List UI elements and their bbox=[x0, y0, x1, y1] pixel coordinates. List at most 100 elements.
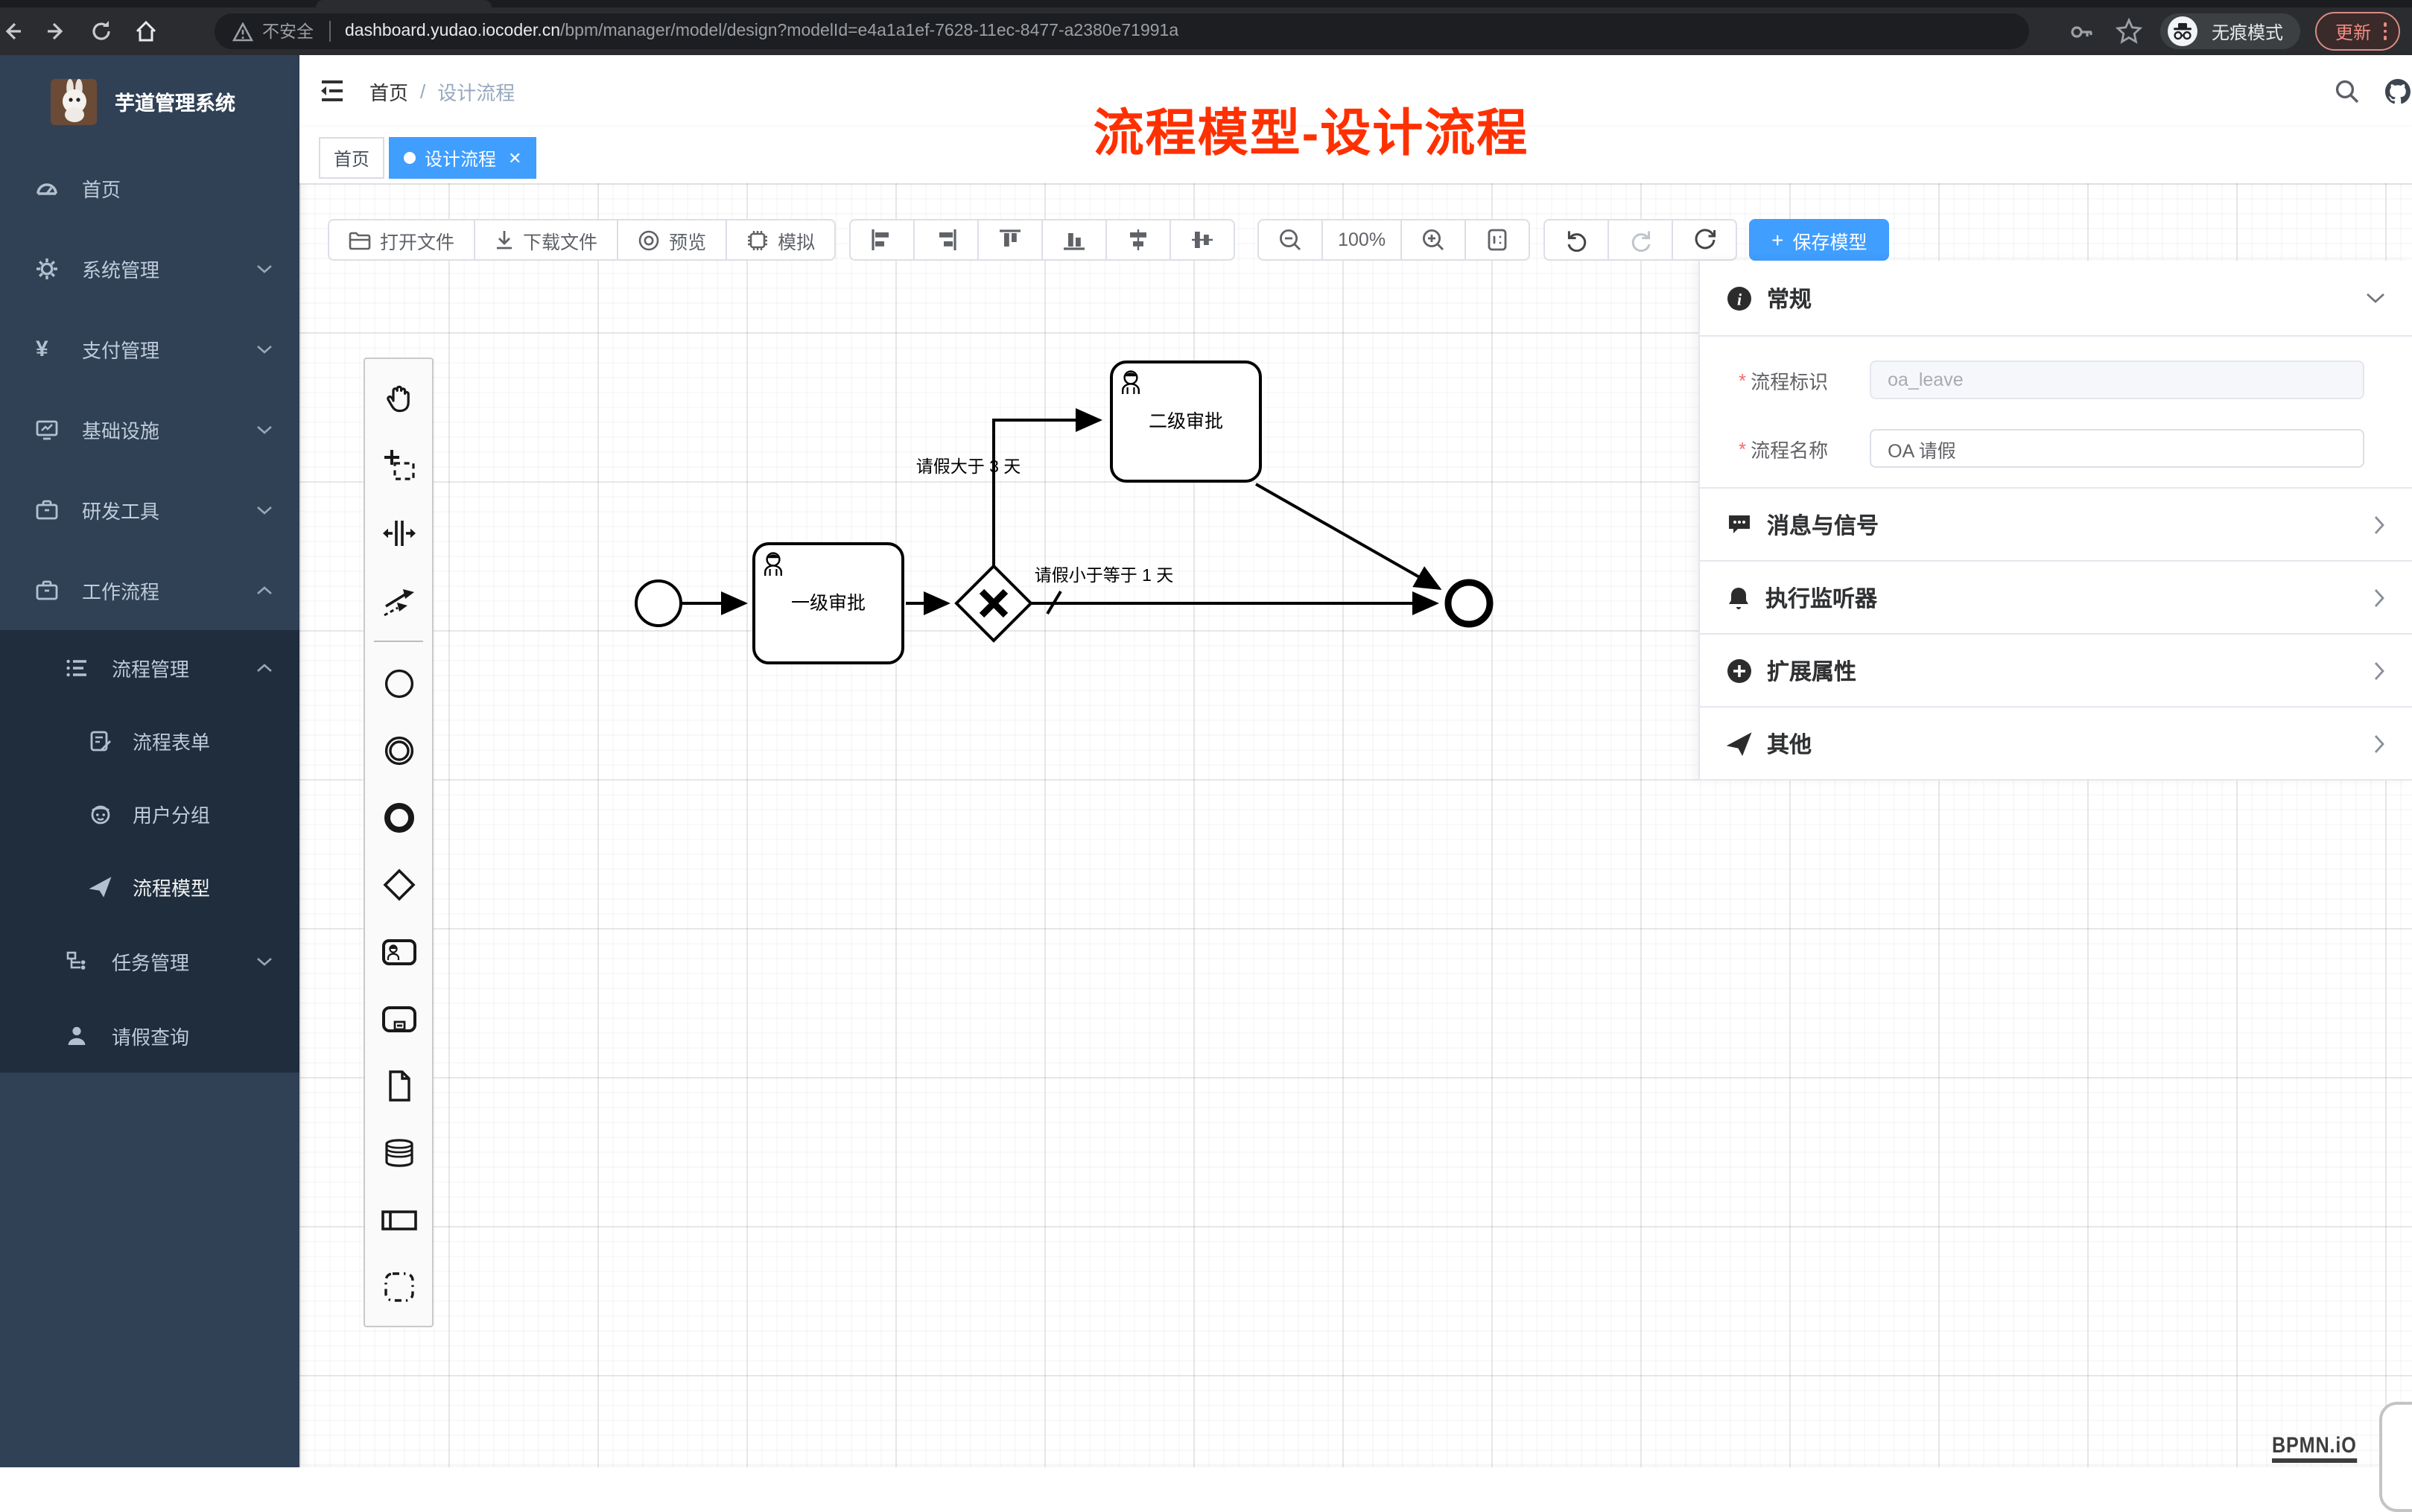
align-bottom-icon[interactable] bbox=[1041, 220, 1105, 259]
create-intermediate-event[interactable] bbox=[365, 717, 432, 784]
align-top-icon[interactable] bbox=[977, 220, 1041, 259]
create-gateway[interactable] bbox=[365, 851, 432, 918]
close-icon[interactable]: ✕ bbox=[508, 148, 521, 168]
align-center-v-icon[interactable] bbox=[1169, 220, 1234, 259]
create-start-event[interactable] bbox=[365, 649, 432, 717]
section-message-signal[interactable]: 消息与信号 bbox=[1700, 489, 2412, 562]
breadcrumb: 首页 / 设计流程 bbox=[369, 55, 515, 127]
sidebar-item-user-group[interactable]: 用户分组 bbox=[0, 778, 299, 851]
fit-viewport-icon[interactable] bbox=[1464, 220, 1529, 259]
github-icon[interactable] bbox=[2384, 55, 2412, 127]
sidebar-item-process-form[interactable]: 流程表单 bbox=[0, 705, 299, 778]
open-file-button[interactable]: 打开文件 bbox=[329, 220, 474, 259]
url-bar[interactable]: 不安全 dashboard.yudao.iocoder.cn/bpm/manag… bbox=[215, 13, 2029, 49]
create-data-object[interactable] bbox=[365, 1052, 432, 1119]
info-icon: i bbox=[1727, 285, 1752, 311]
chevron-right-icon bbox=[2373, 661, 2385, 680]
chevron-down-icon bbox=[256, 343, 273, 354]
zoom-out-icon[interactable] bbox=[1259, 220, 1321, 259]
home-icon[interactable] bbox=[134, 19, 179, 43]
section-extended-attributes[interactable]: 扩展属性 bbox=[1700, 635, 2412, 708]
space-tool[interactable] bbox=[365, 499, 432, 566]
end-event-node[interactable] bbox=[1448, 582, 1490, 624]
space-icon bbox=[379, 513, 418, 552]
start-event-node[interactable] bbox=[636, 581, 681, 626]
url-domain: dashboard.yudao.iocoder.cn bbox=[345, 22, 560, 40]
lasso-tool[interactable] bbox=[365, 432, 432, 499]
chevron-right-icon bbox=[2373, 734, 2385, 753]
redo-icon[interactable] bbox=[1608, 220, 1672, 259]
flow-label-gt3[interactable]: 请假大于 3 天 bbox=[916, 457, 1021, 476]
process-name-input[interactable] bbox=[1870, 429, 2364, 468]
exclusive-gateway-node[interactable] bbox=[956, 566, 1031, 641]
create-participant[interactable] bbox=[365, 1186, 432, 1253]
breadcrumb-home[interactable]: 首页 bbox=[369, 77, 408, 105]
sidebar-item-task-manage[interactable]: 任务管理 bbox=[0, 924, 299, 998]
sidebar-item-devtools[interactable]: 研发工具 bbox=[0, 469, 299, 550]
send-icon bbox=[89, 876, 112, 898]
user-task-icon bbox=[379, 932, 418, 971]
flow-gateway-to-task2[interactable] bbox=[994, 420, 1099, 566]
bpmn-io-watermark[interactable]: BPMN.iO bbox=[2272, 1433, 2357, 1463]
user-task-node-1[interactable]: 一级审批 bbox=[754, 544, 903, 663]
chevron-down-icon bbox=[2366, 292, 2385, 304]
key-icon[interactable] bbox=[2070, 19, 2095, 44]
hand-tool[interactable] bbox=[365, 365, 432, 432]
list-icon bbox=[66, 656, 88, 679]
app-title: 芋道管理系统 bbox=[115, 86, 235, 116]
sidebar-item-process-model[interactable]: 流程模型 bbox=[0, 851, 299, 924]
chevron-right-icon bbox=[2373, 588, 2385, 607]
hamburger-icon[interactable] bbox=[319, 77, 346, 104]
process-key-input[interactable] bbox=[1870, 360, 2364, 399]
zoom-in-icon[interactable] bbox=[1400, 220, 1464, 259]
preview-button[interactable]: 预览 bbox=[617, 220, 726, 259]
bookmark-star-icon[interactable] bbox=[2116, 18, 2143, 45]
update-label[interactable]: 更新 bbox=[2335, 19, 2371, 44]
create-group[interactable] bbox=[365, 1253, 432, 1320]
download-file-button[interactable]: 下载文件 bbox=[474, 220, 617, 259]
process-name-row: * 流程名称 bbox=[1700, 429, 2412, 468]
sidebar-item-system[interactable]: 系统管理 bbox=[0, 228, 299, 308]
create-end-event[interactable] bbox=[365, 784, 432, 851]
tab-design-process[interactable]: 设计流程 ✕ bbox=[389, 137, 536, 179]
sidebar-item-process-manage[interactable]: 流程管理 bbox=[0, 630, 299, 705]
search-icon[interactable] bbox=[2335, 55, 2360, 127]
section-other[interactable]: 其他 bbox=[1700, 708, 2412, 781]
undo-icon[interactable] bbox=[1545, 220, 1608, 259]
send-icon bbox=[1727, 731, 1752, 756]
flow-label-lte1[interactable]: 请假小于等于 1 天 bbox=[1035, 565, 1174, 585]
global-connect-tool[interactable] bbox=[365, 566, 432, 633]
tab-home[interactable]: 首页 bbox=[319, 137, 384, 179]
app-logo[interactable]: 芋道管理系统 bbox=[0, 55, 299, 147]
tree-icon bbox=[66, 950, 88, 972]
update-button[interactable]: 更新 bbox=[2316, 12, 2400, 51]
data-object-icon bbox=[379, 1066, 418, 1105]
restart-icon[interactable] bbox=[1672, 220, 1736, 259]
back-icon[interactable] bbox=[0, 19, 45, 43]
subprocess-icon bbox=[379, 999, 418, 1038]
sidebar-item-leave-query[interactable]: 请假查询 bbox=[0, 998, 299, 1073]
create-user-task[interactable] bbox=[365, 918, 432, 985]
forward-icon[interactable] bbox=[45, 19, 89, 43]
align-right-icon[interactable] bbox=[913, 220, 977, 259]
align-left-icon[interactable] bbox=[851, 220, 913, 259]
sidebar-item-payment[interactable]: ¥ 支付管理 bbox=[0, 308, 299, 389]
sidebar-item-workflow[interactable]: 工作流程 bbox=[0, 550, 299, 630]
simulate-button[interactable]: 模拟 bbox=[726, 220, 834, 259]
flow-task2-to-end[interactable] bbox=[1256, 484, 1439, 588]
section-execution-listener[interactable]: 执行监听器 bbox=[1700, 562, 2412, 635]
create-subprocess[interactable] bbox=[365, 985, 432, 1052]
security-label[interactable]: 不安全 bbox=[262, 19, 314, 43]
sidebar-item-infrastructure[interactable]: 基础设施 bbox=[0, 389, 299, 469]
general-section-header[interactable]: i 常规 bbox=[1700, 261, 2412, 337]
save-model-button[interactable]: + 保存模型 bbox=[1749, 219, 1889, 261]
sidebar-item-home[interactable]: 首页 bbox=[0, 147, 299, 228]
user-task-node-2[interactable]: 二级审批 bbox=[1111, 362, 1260, 481]
browser-menu-icon[interactable] bbox=[2383, 22, 2387, 42]
reload-icon[interactable] bbox=[89, 19, 134, 43]
incognito-label: 无痕模式 bbox=[2212, 19, 2283, 44]
align-center-h-icon[interactable] bbox=[1105, 220, 1169, 259]
create-data-store[interactable] bbox=[365, 1119, 432, 1186]
chevron-down-icon bbox=[256, 424, 273, 434]
breadcrumb-separator: / bbox=[420, 80, 425, 102]
